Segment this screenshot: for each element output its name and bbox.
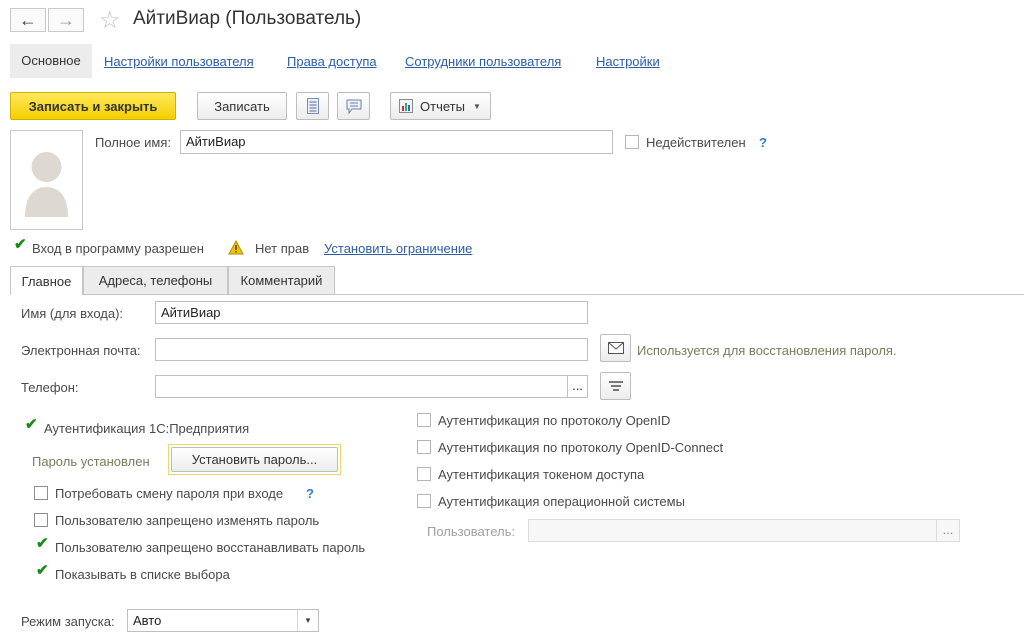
tab-general[interactable]: Главное [10,266,83,295]
tab-user-employees[interactable]: Сотрудники пользователя [405,54,561,69]
back-button[interactable]: ← [10,8,46,32]
login-allowed-label: Вход в программу разрешен [32,241,204,256]
login-field[interactable]: АйтиВиар [155,301,588,324]
invalid-checkbox[interactable] [625,135,639,149]
page-title: АйтиВиар (Пользователь) [133,8,362,29]
tab-comment[interactable]: Комментарий [228,266,335,294]
forward-button[interactable]: → [48,8,84,32]
tab-user-settings[interactable]: Настройки пользователя [104,54,254,69]
auth-1c-checkbox[interactable]: ✔ [23,417,38,435]
password-set-label: Пароль установлен [32,454,150,469]
arrow-left-icon: ← [19,9,37,30]
launch-mode-select[interactable]: Авто ▼ [127,609,319,632]
forbid-change-label: Пользователю запрещено изменять пароль [55,513,320,528]
checkmark-icon: ✔ [25,416,38,433]
auth-token-label: Аутентификация токеном доступа [438,467,645,482]
os-user-select-button[interactable]: ... [936,519,960,542]
set-restriction-link[interactable]: Установить ограничение [324,241,472,256]
auth-openid-connect-checkbox[interactable] [417,440,431,454]
tab-divider [10,294,1024,295]
email-hint: Используется для восстановления пароля. [637,343,897,358]
avatar[interactable] [10,130,83,230]
os-user-label: Пользователь: [427,524,515,539]
os-user-field[interactable] [528,519,937,542]
invalid-label: Недействителен [646,135,746,150]
speech-bubble-icon [346,99,361,114]
invalid-help-icon[interactable]: ? [759,135,767,150]
forbid-restore-label: Пользователю запрещено восстанавливать п… [55,540,366,555]
auth-openid-connect-label: Аутентификация по протоколу OpenID-Conne… [438,440,724,455]
reports-label: Отчеты [420,98,465,114]
auth-token-checkbox[interactable] [417,467,431,481]
checkmark-icon: ✔ [36,535,49,552]
checkmark-icon: ✔ [36,562,49,579]
checkmark-icon: ✔ [14,236,27,253]
email-label: Электронная почта: [21,343,141,358]
auth-openid-label: Аутентификация по протоколу OpenID [438,413,671,428]
show-in-list-label: Показывать в списке выбора [55,567,230,582]
full-name-label: Полное имя: [95,135,171,150]
warning-icon [228,240,244,255]
chevron-down-icon: ▼ [472,101,481,111]
require-change-label: Потребовать смену пароля при входе [55,486,284,501]
forbid-restore-checkbox[interactable]: ✔ [34,536,49,554]
star-icon[interactable]: ☆ [99,6,121,35]
require-change-help-icon[interactable]: ? [306,486,314,501]
login-label: Имя (для входа): [21,306,124,321]
launch-mode-label: Режим запуска: [21,614,115,629]
tab-main[interactable]: Основное [10,44,92,78]
chevron-down-icon: ▼ [297,610,318,631]
no-rights-label: Нет прав [255,241,310,256]
user-silhouette-icon [25,152,68,217]
phone-label: Телефон: [21,380,79,395]
email-field[interactable] [155,338,588,361]
show-in-list-checkbox[interactable]: ✔ [34,563,49,581]
document-list-button[interactable] [296,92,329,120]
auth-os-label: Аутентификация операционной системы [438,494,685,509]
forbid-change-checkbox[interactable] [34,513,48,527]
envelope-icon [607,342,624,354]
launch-mode-value: Авто [133,613,162,628]
save-and-close-button[interactable]: Записать и закрыть [10,92,176,120]
reports-dropdown[interactable]: Отчеты ▼ [390,92,491,120]
tab-addresses-phones[interactable]: Адреса, телефоны [83,266,228,294]
tab-settings[interactable]: Настройки [596,54,660,69]
set-password-button[interactable]: Установить пароль... [171,447,338,472]
auth-1c-label: Аутентификация 1С:Предприятия [44,421,250,436]
phone-options-button[interactable] [600,372,631,400]
auth-openid-checkbox[interactable] [417,413,431,427]
document-list-icon [306,98,319,114]
menu-lines-icon [608,381,623,391]
save-button[interactable]: Записать [197,92,287,120]
require-change-checkbox[interactable] [34,486,48,500]
full-name-field[interactable]: АйтиВиар [180,130,613,154]
arrow-right-icon: → [57,9,75,30]
auth-os-checkbox[interactable] [417,494,431,508]
reports-icon [399,99,413,113]
tab-access-rights[interactable]: Права доступа [287,54,377,69]
phone-select-button[interactable]: ... [567,375,588,398]
comment-button[interactable] [337,92,370,120]
login-allowed-checkbox[interactable]: ✔ [12,237,27,255]
phone-field[interactable] [155,375,568,398]
send-email-button[interactable] [600,334,631,362]
